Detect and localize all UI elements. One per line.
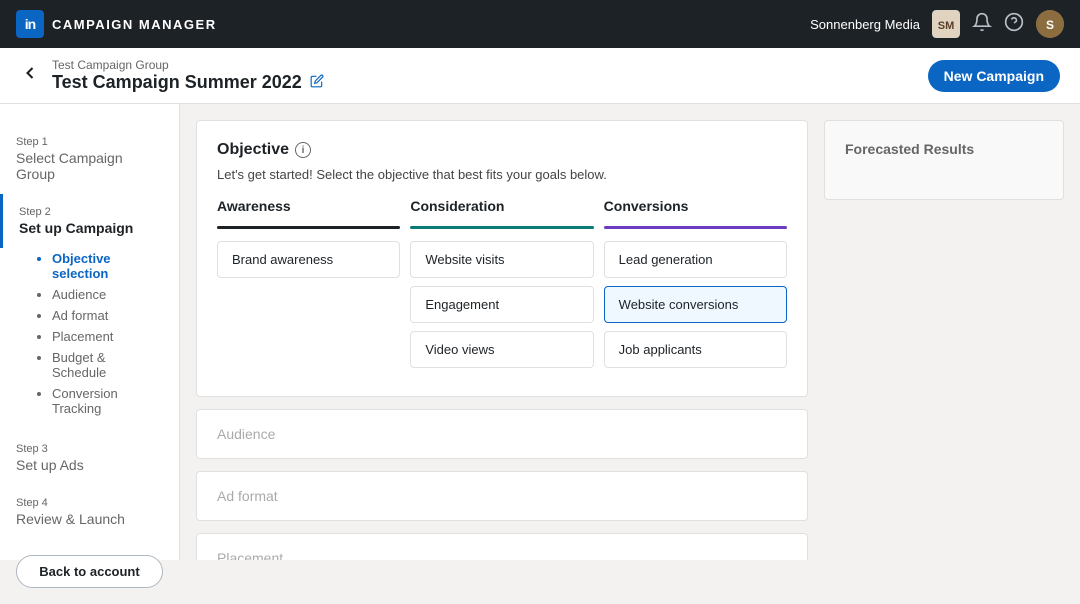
substep-budget-schedule[interactable]: Budget & Schedule [52,347,163,383]
conversions-bar [604,226,787,229]
content-area: Objective i Let's get started! Select th… [180,104,1080,560]
linkedin-logo: in [16,10,44,38]
objective-lead-generation[interactable]: Lead generation [604,241,787,278]
consideration-header: Consideration [410,198,593,218]
conversions-header: Conversions [604,198,787,218]
sidebar-step-3: Step 3 Set up Ads [0,431,179,485]
objective-video-views[interactable]: Video views [410,331,593,368]
consideration-column: Consideration Website visits Engagement … [410,198,603,376]
svg-text:SM: SM [938,20,955,32]
sidebar-steps: Step 1 Select Campaign Group Step 2 Set … [0,124,179,539]
objective-engagement[interactable]: Engagement [410,286,593,323]
campaign-name: Test Campaign Summer 2022 [52,72,324,93]
step-3-title: Set up Ads [16,457,163,473]
forecasted-panel: Forecasted Results [824,120,1064,544]
help-icon[interactable] [1004,12,1024,37]
awareness-header: Awareness [217,198,400,218]
back-to-account-button[interactable]: Back to account [16,555,163,588]
main-column: Objective i Let's get started! Select th… [196,120,808,544]
top-navigation: in CAMPAIGN MANAGER Sonnenberg Media SM [0,0,1080,48]
substep-conversion-tracking[interactable]: Conversion Tracking [52,383,163,419]
account-avatar-box[interactable]: SM [932,10,960,38]
campaign-header: Test Campaign Group Test Campaign Summer… [0,48,1080,104]
objective-card-title: Objective i [217,141,787,159]
objective-brand-awareness[interactable]: Brand awareness [217,241,400,278]
objective-website-conversions[interactable]: Website conversions [604,286,787,323]
forecasted-card: Forecasted Results [824,120,1064,200]
sidebar: Step 1 Select Campaign Group Step 2 Set … [0,104,180,560]
conversions-column: Conversions Lead generation Website conv… [604,198,787,376]
edit-campaign-icon[interactable] [310,74,324,91]
objective-website-visits[interactable]: Website visits [410,241,593,278]
topnav-brand: in CAMPAIGN MANAGER [16,10,217,38]
campaign-group-info: Test Campaign Group Test Campaign Summer… [52,58,324,93]
sidebar-step-1: Step 1 Select Campaign Group [0,124,179,194]
campaign-group-label: Test Campaign Group [52,58,324,72]
notifications-icon[interactable] [972,12,992,37]
objective-card: Objective i Let's get started! Select th… [196,120,808,397]
consideration-bar [410,226,593,229]
step-2-number: Step 2 [19,206,163,218]
step-4-title: Review & Launch [16,511,163,527]
awareness-bar [217,226,400,229]
substep-objective[interactable]: Objective selection [52,248,163,284]
sidebar-step-4: Step 4 Review & Launch [0,485,179,539]
app-title: CAMPAIGN MANAGER [52,17,217,32]
objective-job-applicants[interactable]: Job applicants [604,331,787,368]
placement-section[interactable]: Placement [196,533,808,560]
sidebar-step-2: Step 2 Set up Campaign [0,194,179,248]
step-4-number: Step 4 [16,497,163,509]
substep-ad-format[interactable]: Ad format [52,305,163,326]
objective-subtitle: Let's get started! Select the objective … [217,167,787,182]
step-1-title: Select Campaign Group [16,150,163,182]
ad-format-section[interactable]: Ad format [196,471,808,521]
sidebar-substeps: Objective selection Audience Ad format P… [0,248,179,431]
user-avatar[interactable]: S [1036,10,1064,38]
svg-text:S: S [1046,18,1054,32]
substep-placement[interactable]: Placement [52,326,163,347]
sidebar-bottom: Back to account [0,539,179,604]
new-campaign-button[interactable]: New Campaign [928,60,1060,92]
back-arrow-link[interactable] [20,63,40,88]
step-1-number: Step 1 [16,136,163,148]
forecasted-title: Forecasted Results [845,141,1043,157]
account-avatar-icon: SM [932,10,960,38]
objective-columns: Awareness Brand awareness Consideration … [217,198,787,376]
audience-section[interactable]: Audience [196,409,808,459]
step-3-number: Step 3 [16,443,163,455]
substep-audience[interactable]: Audience [52,284,163,305]
awareness-column: Awareness Brand awareness [217,198,410,376]
topnav-right: Sonnenberg Media SM S [810,10,1064,38]
objective-info-icon[interactable]: i [295,142,311,158]
account-name: Sonnenberg Media [810,17,920,32]
step-2-title: Set up Campaign [19,220,163,236]
main-layout: Step 1 Select Campaign Group Step 2 Set … [0,104,1080,560]
campaign-header-left: Test Campaign Group Test Campaign Summer… [20,58,324,93]
